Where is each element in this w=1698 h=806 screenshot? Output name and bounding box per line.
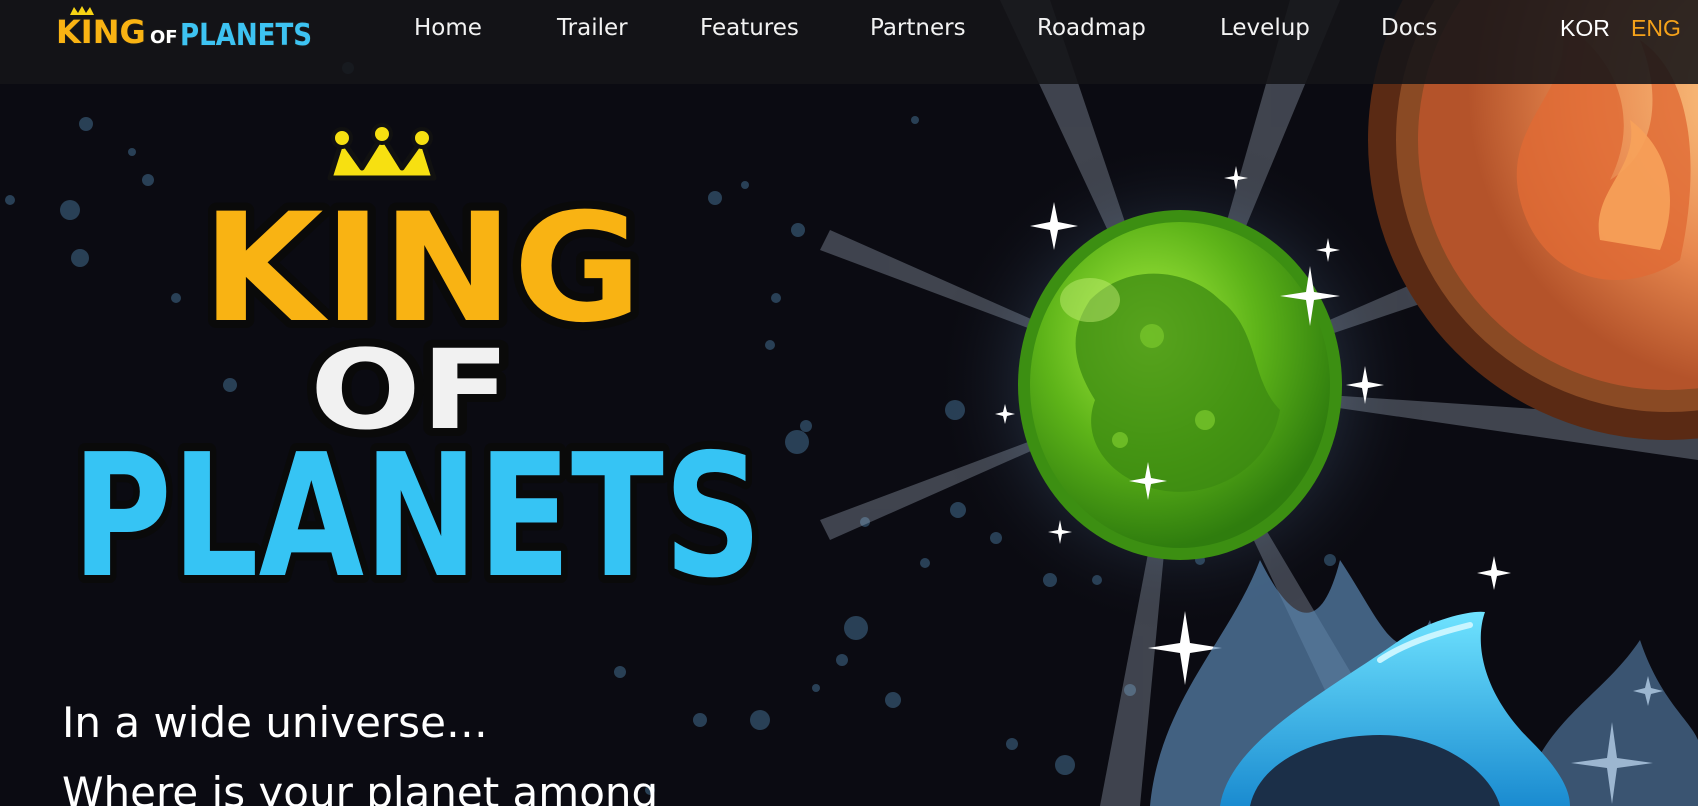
nav-item-roadmap[interactable]: Roadmap xyxy=(1037,14,1146,42)
nav-item-partners[interactable]: Partners xyxy=(870,14,966,42)
nav-item-docs[interactable]: Docs xyxy=(1381,14,1437,42)
lang-eng-link[interactable]: ENG xyxy=(1631,14,1681,42)
nav-item-levelup[interactable]: Levelup xyxy=(1220,14,1310,42)
lang-kor-link[interactable]: KOR xyxy=(1560,14,1610,42)
crown-icon xyxy=(327,123,437,181)
hero-tagline: In a wide universe… Where is your planet… xyxy=(62,688,658,806)
hero-title-logo: KING OF PLANETS xyxy=(64,123,770,620)
nav-item-trailer[interactable]: Trailer xyxy=(557,14,628,42)
top-navigation-bar: KING OF PLANETS Home Trailer Features Pa… xyxy=(0,0,1698,84)
main-nav: Home Trailer Features Partners Roadmap L… xyxy=(0,0,1698,56)
hero-line-2: Where is your planet among xyxy=(62,768,659,806)
landing-page: KING OF PLANETS Home Trailer Features Pa… xyxy=(0,0,1698,806)
hero-line-1: In a wide universe… xyxy=(62,698,488,747)
hero-title-planets: PLANETS xyxy=(72,418,762,616)
nav-item-features[interactable]: Features xyxy=(700,14,799,42)
nav-item-home[interactable]: Home xyxy=(414,14,482,42)
green-planet xyxy=(1018,210,1342,560)
